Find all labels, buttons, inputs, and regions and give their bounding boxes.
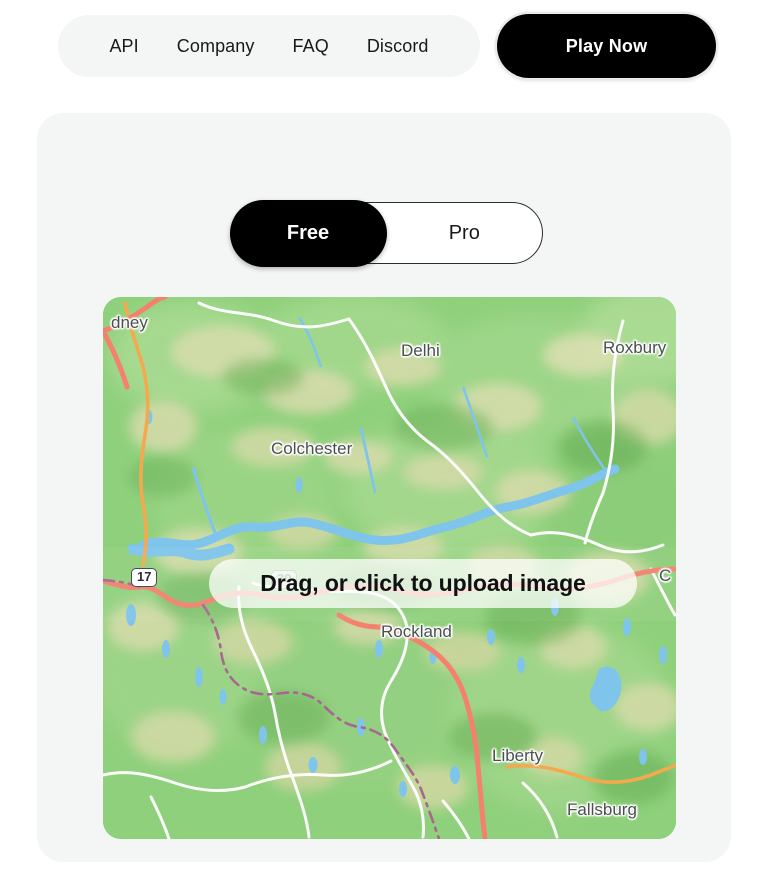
map-label-liberty: Liberty — [492, 746, 544, 765]
nav-link-faq[interactable]: FAQ — [293, 36, 329, 57]
play-now-button[interactable]: Play Now — [497, 14, 716, 78]
map-label-delhi: Delhi — [401, 341, 440, 360]
nav-link-api[interactable]: API — [109, 36, 138, 57]
map-label-roxbury: Roxbury — [603, 338, 667, 357]
plan-toggle-option-pro[interactable]: Pro — [387, 203, 543, 263]
map-label-fallsburg: Fallsburg — [567, 800, 637, 819]
main-card: Free Pro dney Delhi Roxbury Colchester R… — [37, 113, 731, 862]
nav-links-pill: API Company FAQ Discord — [58, 15, 480, 77]
map-label-sidney: dney — [111, 313, 148, 332]
nav-link-discord[interactable]: Discord — [367, 36, 429, 57]
upload-prompt-text: Drag, or click to upload image — [260, 570, 586, 596]
map-label-colchester: Colchester — [271, 439, 353, 458]
image-upload-dropzone[interactable]: dney Delhi Roxbury Colchester Rockland L… — [103, 297, 676, 839]
route-shield-17: 17 — [131, 568, 158, 587]
nav-link-company[interactable]: Company — [177, 36, 255, 57]
plan-toggle[interactable]: Free Pro — [229, 199, 543, 267]
top-navigation-bar: API Company FAQ Discord Play Now — [0, 0, 768, 92]
upload-prompt-pill[interactable]: Drag, or click to upload image — [209, 559, 637, 608]
map-label-rockland: Rockland — [381, 622, 452, 641]
plan-toggle-option-free[interactable]: Free — [229, 199, 387, 267]
map-label-partial-c: C — [659, 566, 672, 585]
